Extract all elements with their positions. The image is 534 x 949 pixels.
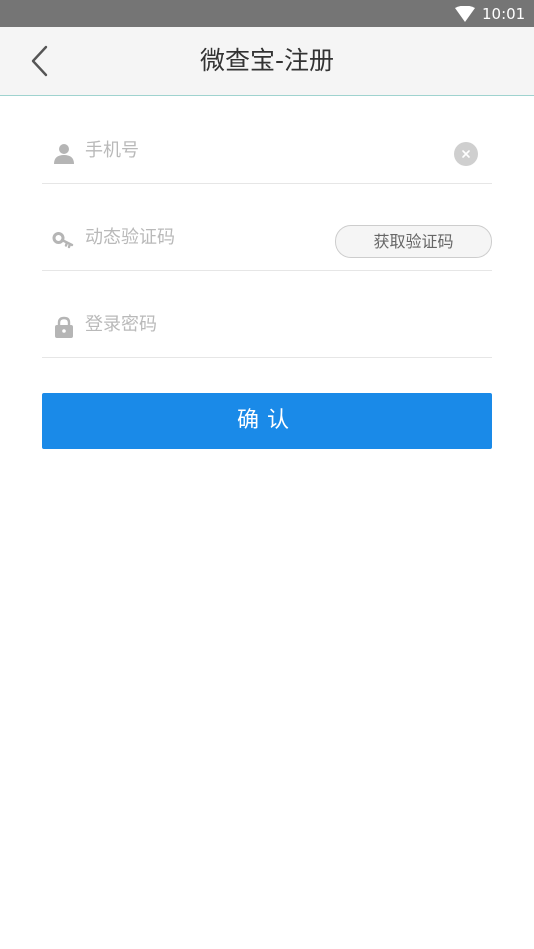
password-input[interactable] (85, 309, 445, 339)
sms-code-row: 获取验证码 (42, 183, 492, 271)
wifi-icon (455, 5, 475, 22)
person-icon (52, 141, 76, 165)
get-code-button[interactable]: 获取验证码 (335, 225, 492, 258)
phone-input[interactable] (85, 135, 445, 165)
clear-button[interactable] (454, 142, 478, 166)
clear-icon (454, 142, 478, 166)
app-bar: 微查宝-注册 (0, 27, 534, 96)
status-time: 10:01 (482, 5, 526, 23)
key-icon (52, 229, 76, 253)
lock-icon (52, 315, 76, 339)
password-row (42, 270, 492, 358)
status-bar: 10:01 (0, 0, 534, 27)
sms-code-input[interactable] (85, 222, 325, 252)
page-title: 微查宝-注册 (199, 46, 335, 75)
phone-row (42, 96, 492, 184)
confirm-button[interactable]: 确认 (42, 393, 492, 449)
